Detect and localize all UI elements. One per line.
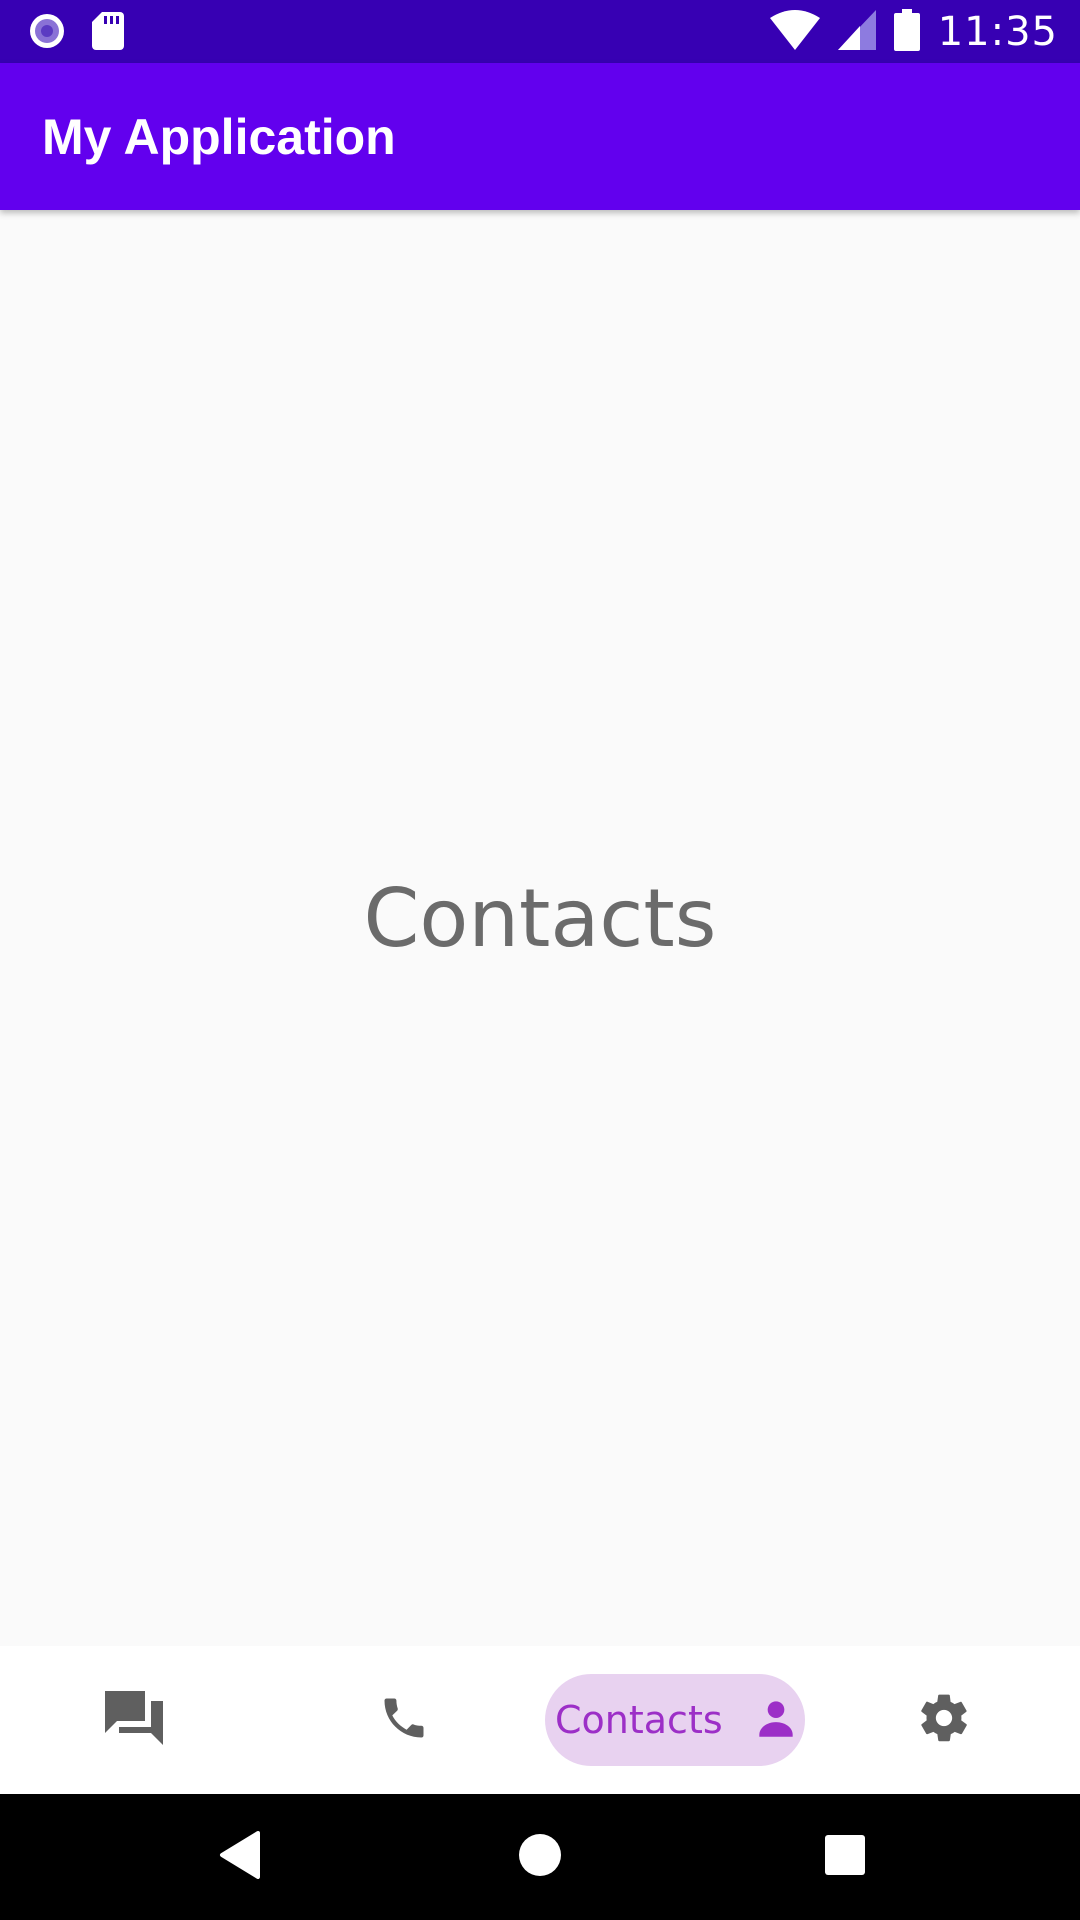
back-icon [218,1831,262,1883]
person-icon [751,1693,801,1747]
phone-icon [378,1692,430,1748]
radio-button-icon [28,12,66,54]
status-bar: 11:35 [0,0,1080,63]
nav-item-contacts-label: Contacts [555,1698,723,1742]
nav-item-calls[interactable] [354,1646,454,1794]
nav-item-chats[interactable] [84,1646,184,1794]
home-button[interactable] [505,1794,575,1920]
page-title: Contacts [363,871,717,965]
app-title: My Application [42,108,396,165]
nav-item-settings[interactable] [894,1646,994,1794]
gear-icon [916,1690,972,1750]
status-time: 11:35 [937,8,1058,55]
cellular-signal-icon [837,9,876,54]
chat-icon [105,1691,163,1749]
recents-button[interactable] [810,1794,880,1920]
main-content: Contacts [0,210,1080,1646]
system-navigation-bar [0,1794,1080,1920]
battery-icon [893,8,920,55]
nav-item-contacts[interactable]: Contacts [545,1674,805,1766]
bottom-navigation: Contacts [0,1646,1080,1794]
sd-card-icon [92,12,124,54]
home-icon [518,1833,562,1881]
wifi-icon [769,9,820,54]
back-button[interactable] [205,1794,275,1920]
recents-icon [825,1835,865,1879]
app-bar: My Application [0,63,1080,210]
